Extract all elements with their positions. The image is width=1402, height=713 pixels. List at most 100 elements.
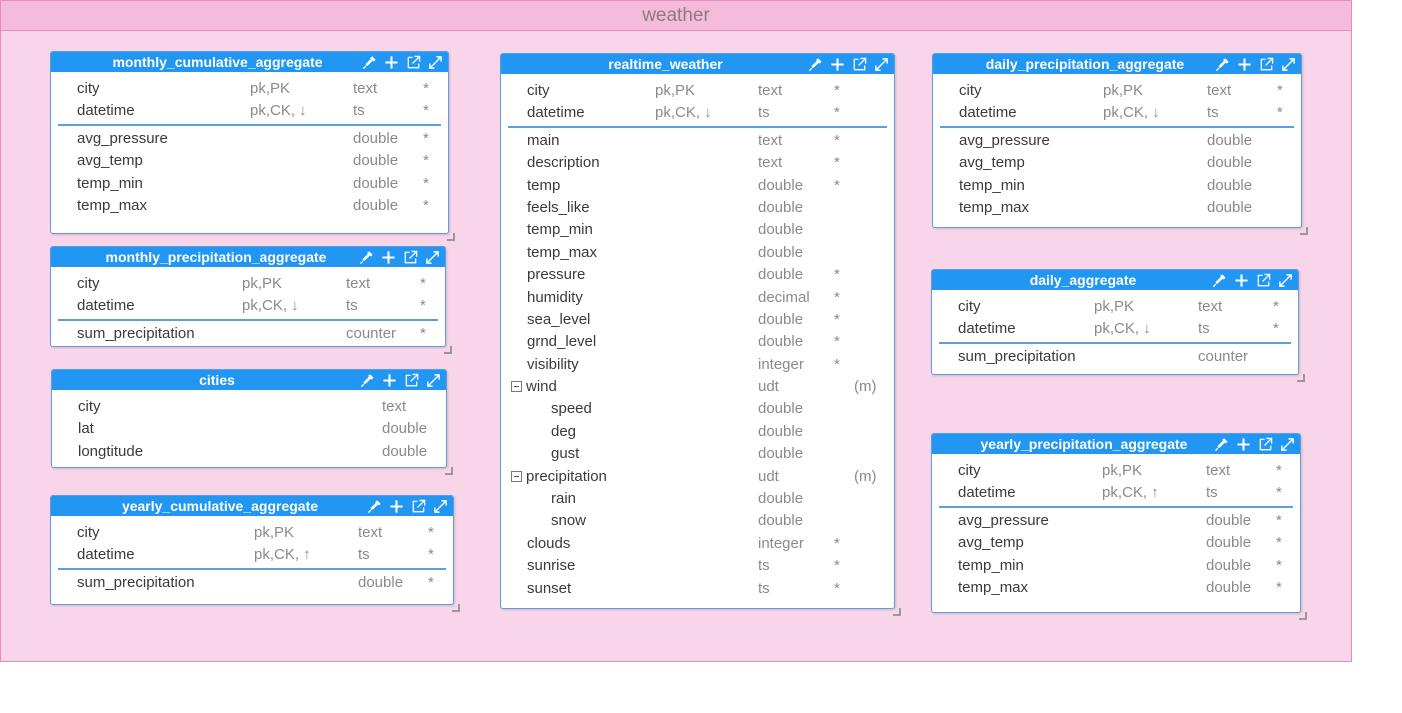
eyedropper-icon[interactable] [359,372,376,389]
column-row[interactable]: main text * [501,130,894,152]
plus-icon[interactable] [1236,56,1253,73]
expand-icon[interactable] [1280,56,1297,73]
open-external-icon[interactable] [405,54,422,71]
column-row[interactable]: humidity decimal * [501,287,894,309]
table-header[interactable]: yearly_precipitation_aggregate [932,434,1300,454]
column-row[interactable]: city pk,PK text * [51,522,453,544]
column-row[interactable]: sum_precipitation counter * [51,323,445,345]
column-row[interactable]: datetime pk,CK, ↓ ts * [51,295,445,317]
column-row[interactable]: city pk,PK text * [932,296,1298,318]
expand-icon[interactable] [424,249,441,266]
table-yearly-precipitation-aggregate[interactable]: yearly_precipitation_aggregate city pk,PK t… [931,433,1307,620]
expand-icon[interactable] [1279,436,1296,453]
column-row[interactable]: grnd_level double * [501,331,894,353]
plus-icon[interactable] [380,249,397,266]
table-daily-precipitation-aggregate[interactable]: daily_precipitation_aggregate city pk,PK te… [932,53,1308,235]
column-row[interactable]: datetime pk,CK, ↓ ts * [501,102,894,124]
expand-icon[interactable] [427,54,444,71]
expand-icon[interactable] [1277,272,1294,289]
column-row[interactable]: gust double [501,443,894,465]
column-row[interactable]: sunset ts * [501,578,894,600]
column-row[interactable]: avg_temp double * [51,150,448,172]
column-row[interactable]: avg_pressure double [933,130,1301,152]
table-header[interactable]: monthly_precipitation_aggregate [51,247,445,267]
open-external-icon[interactable] [1255,272,1272,289]
column-row[interactable]: datetime pk,CK, ↓ ts * [932,318,1298,340]
table-cities[interactable]: cities city text lat double longtitude double [51,369,453,475]
collapse-icon[interactable] [511,381,522,393]
table-header[interactable]: monthly_cumulative_aggregate [51,52,448,72]
column-row[interactable]: datetime pk,CK, ↓ ts * [933,102,1301,124]
column-row[interactable]: city pk,PK text * [501,80,894,102]
column-row[interactable]: city pk,PK text * [932,460,1300,482]
column-row[interactable]: temp_min double * [51,173,448,195]
column-row[interactable]: description text * [501,152,894,174]
column-row[interactable]: sea_level double * [501,309,894,331]
column-row[interactable]: city text [52,396,446,418]
resize-handle[interactable] [1297,374,1305,382]
table-header[interactable]: daily_precipitation_aggregate [933,54,1301,74]
expand-icon[interactable] [432,498,449,515]
column-row[interactable]: temp_min double [501,219,894,241]
table-header[interactable]: realtime_weather [501,54,894,74]
open-external-icon[interactable] [1258,56,1275,73]
column-row[interactable]: wind udt (m) [501,376,894,398]
open-external-icon[interactable] [402,249,419,266]
eyedropper-icon[interactable] [366,498,383,515]
column-row[interactable]: feels_like double [501,197,894,219]
column-row[interactable]: temp_min double [933,175,1301,197]
column-row[interactable]: temp double * [501,175,894,197]
column-row[interactable]: avg_pressure double * [51,128,448,150]
table-monthly-precipitation-aggregate[interactable]: monthly_precipitation_aggregate city pk,PK… [50,246,452,354]
plus-icon[interactable] [829,56,846,73]
column-row[interactable]: longtitude double [52,441,446,463]
resize-handle[interactable] [1299,612,1307,620]
resize-handle[interactable] [893,608,901,616]
column-row[interactable]: clouds integer * [501,533,894,555]
expand-icon[interactable] [425,372,442,389]
table-monthly-cumulative-aggregate[interactable]: monthly_cumulative_aggregate city pk,PK tex… [50,51,455,241]
table-yearly-cumulative-aggregate[interactable]: yearly_cumulative_aggregate city pk,PK text… [50,495,460,612]
table-header[interactable]: daily_aggregate [932,270,1298,290]
column-row[interactable]: avg_temp double * [932,532,1300,554]
column-row[interactable]: snow double [501,510,894,532]
plus-icon[interactable] [388,498,405,515]
open-external-icon[interactable] [403,372,420,389]
plus-icon[interactable] [381,372,398,389]
column-row[interactable]: city pk,PK text * [51,78,448,100]
column-row[interactable]: speed double [501,398,894,420]
column-row[interactable]: sum_precipitation counter [932,346,1298,368]
column-row[interactable]: rain double [501,488,894,510]
resize-handle[interactable] [1300,227,1308,235]
open-external-icon[interactable] [851,56,868,73]
column-row[interactable]: visibility integer * [501,354,894,376]
table-header[interactable]: yearly_cumulative_aggregate [51,496,453,516]
column-row[interactable]: precipitation udt (m) [501,466,894,488]
plus-icon[interactable] [383,54,400,71]
column-row[interactable]: deg double [501,421,894,443]
column-row[interactable]: datetime pk,CK, ↓ ts * [51,100,448,122]
eyedropper-icon[interactable] [1213,436,1230,453]
plus-icon[interactable] [1233,272,1250,289]
column-row[interactable]: lat double [52,418,446,440]
resize-handle[interactable] [447,233,455,241]
collapse-icon[interactable] [511,470,522,482]
column-row[interactable]: city pk,PK text * [51,273,445,295]
column-row[interactable]: temp_max double * [932,577,1300,599]
open-external-icon[interactable] [1257,436,1274,453]
eyedropper-icon[interactable] [358,249,375,266]
resize-handle[interactable] [452,604,460,612]
column-row[interactable]: avg_pressure double * [932,510,1300,532]
column-row[interactable]: temp_min double * [932,555,1300,577]
plus-icon[interactable] [1235,436,1252,453]
column-row[interactable]: city pk,PK text * [933,80,1301,102]
table-header[interactable]: cities [52,370,446,390]
eyedropper-icon[interactable] [361,54,378,71]
eyedropper-icon[interactable] [807,56,824,73]
open-external-icon[interactable] [410,498,427,515]
column-row[interactable]: datetime pk,CK, ↑ ts * [932,482,1300,504]
eyedropper-icon[interactable] [1214,56,1231,73]
table-daily-aggregate[interactable]: daily_aggregate city pk,PK text * datetime pk,… [931,269,1305,382]
resize-handle[interactable] [444,346,452,354]
column-row[interactable]: avg_temp double [933,152,1301,174]
